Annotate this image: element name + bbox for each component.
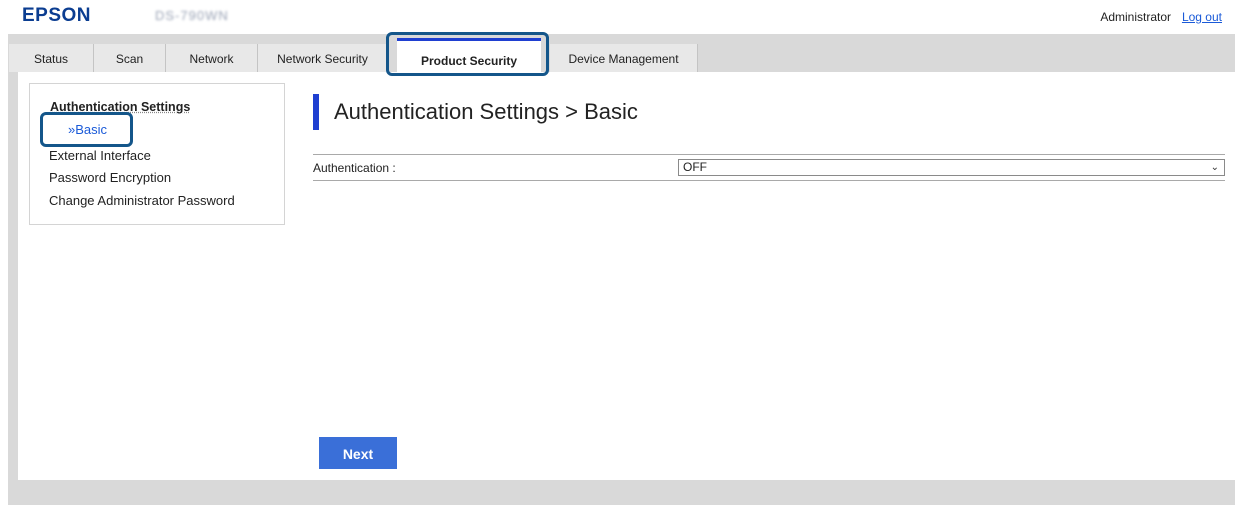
page-title: Authentication Settings > Basic — [313, 94, 638, 130]
next-button[interactable]: Next — [319, 437, 397, 469]
tab-network[interactable]: Network — [166, 44, 258, 72]
divider-top — [313, 154, 1225, 155]
model-name: DS-790WN — [155, 8, 229, 23]
tab-network-security[interactable]: Network Security — [258, 44, 388, 72]
epson-logo: EPSON — [22, 5, 92, 26]
sidebar-item-basic[interactable]: »Basic — [68, 122, 107, 137]
sidebar-item-external-interface[interactable]: External Interface — [49, 148, 151, 163]
tab-device-management[interactable]: Device Management — [550, 44, 698, 72]
user-label: Administrator — [1100, 10, 1171, 24]
top-bar: EPSON DS-790WN Administrator Log out — [0, 0, 1235, 34]
authentication-select[interactable]: OFF ⌄ — [678, 159, 1225, 176]
tab-status[interactable]: Status — [9, 44, 94, 72]
sidebar-item-password-encryption[interactable]: Password Encryption — [49, 170, 171, 185]
authentication-label: Authentication : — [313, 161, 396, 175]
sidebar-item-change-admin-password[interactable]: Change Administrator Password — [49, 193, 235, 208]
sidebar-heading[interactable]: Authentication Settings — [50, 100, 190, 114]
divider-bottom — [313, 180, 1225, 181]
tab-scan[interactable]: Scan — [94, 44, 166, 72]
authentication-value: OFF — [683, 160, 707, 174]
logout-link[interactable]: Log out — [1182, 10, 1222, 24]
chevron-down-icon: ⌄ — [1210, 162, 1219, 173]
tab-product-security[interactable]: Product Security — [397, 38, 541, 72]
sidebar-menu: Authentication Settings »Basic External … — [29, 83, 285, 225]
